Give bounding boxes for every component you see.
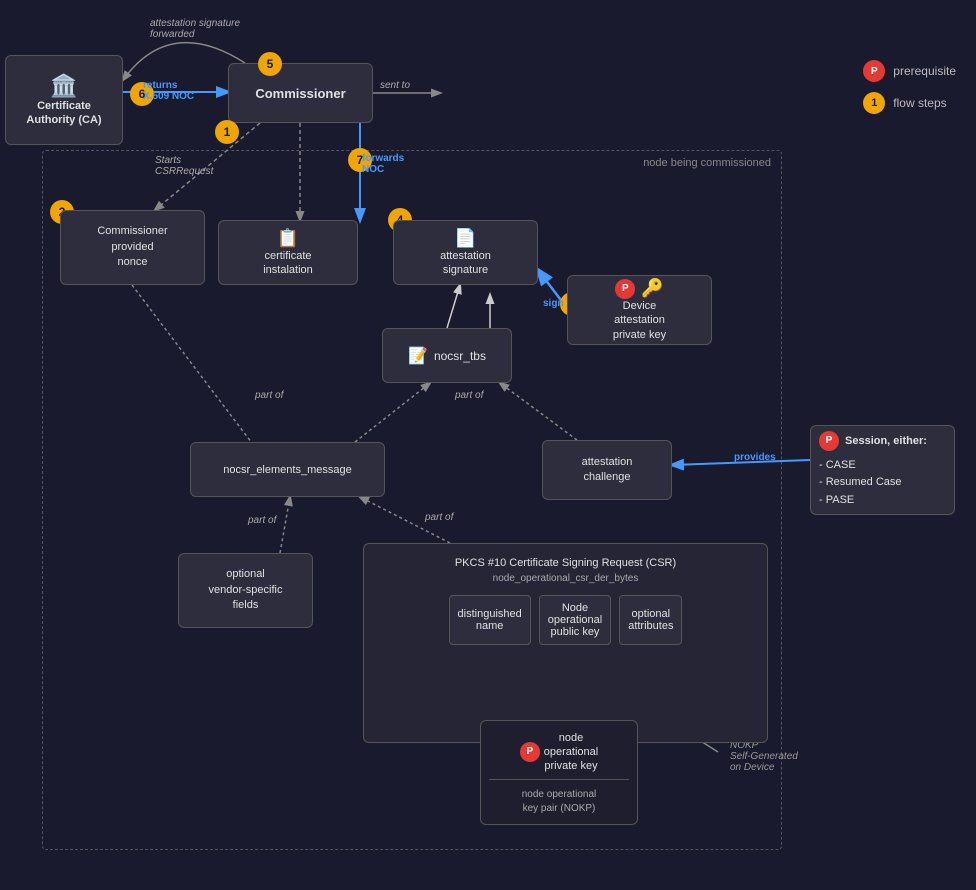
prereq-badge-session: P: [819, 431, 839, 451]
cert-icon: 📋: [277, 228, 299, 249]
att-chal-label: attestationchallenge: [582, 455, 633, 486]
node-op-key-label: Nodeoperationalpublic key: [548, 602, 602, 638]
nonce-label: Commissionerprovidednonce: [97, 224, 167, 270]
ca-label: CertificateAuthority (CA): [26, 99, 101, 128]
sign-label: sign: [543, 298, 564, 309]
session-box: P Session, either: - CASE- Resumed Case-…: [810, 425, 955, 515]
session-title: Session, either:: [845, 435, 927, 447]
vendor-label: optionalvendor-specificfields: [209, 567, 283, 613]
dist-name-label: distinguishedname: [458, 608, 522, 632]
part-of-1: part of: [255, 390, 283, 401]
legend-prereq-badge: P: [863, 60, 885, 82]
nocsr-tbs-label: nocsr_tbs: [434, 349, 486, 363]
legend-flow-label: flow steps: [893, 96, 946, 110]
area-label: node being commissioned: [643, 157, 771, 169]
provides-label: provides: [734, 452, 776, 463]
nokp-label: NOKPSelf-Generatedon Device: [730, 740, 798, 773]
cert-install-box: 📋 certificateinstalation: [218, 220, 358, 285]
dist-name-box: distinguishedname: [449, 595, 531, 645]
commissioner-label: Commissioner: [255, 86, 345, 101]
nokp-private-label: nodeoperationalprivate key: [544, 731, 598, 774]
node-op-key-box: Nodeoperationalpublic key: [539, 595, 611, 645]
legend-flow: 1 flow steps: [863, 92, 956, 114]
opt-attr-box: optionalattributes: [619, 595, 682, 645]
opt-attr-label: optionalattributes: [628, 608, 673, 632]
badge-step5: 5: [258, 52, 282, 76]
sent-to-label: sent to: [380, 80, 410, 91]
doc-icon: 📝: [408, 346, 428, 366]
csr-inner-row: distinguishedname Nodeoperationalpublic …: [449, 595, 683, 645]
legend-prereq: P prerequisite: [863, 60, 956, 82]
prereq-badge-nokp: P: [520, 742, 540, 762]
legend-flow-badge: 1: [863, 92, 885, 114]
key-icon: 🔑: [641, 278, 663, 299]
csr-big-box: PKCS #10 Certificate Signing Request (CS…: [363, 543, 768, 743]
legend: P prerequisite 1 flow steps: [863, 60, 956, 114]
returns-noc-label: returnsX.509 NOC: [143, 80, 194, 102]
starts-csr-label: StartsCSRRequest: [155, 155, 213, 177]
att-sig-icon: 📄: [454, 228, 476, 249]
nocsr-elem-box: nocsr_elements_message: [190, 442, 385, 497]
nokp-subtitle: node operationalkey pair (NOKP): [522, 789, 597, 814]
cert-install-label: certificateinstalation: [263, 249, 313, 278]
prereq-badge-dev: P: [615, 279, 635, 299]
session-items: - CASE- Resumed Case- PASE: [819, 457, 902, 510]
part-of-2: part of: [455, 390, 483, 401]
dev-att-box: P 🔑 Deviceattestationprivate key: [567, 275, 712, 345]
part-of-3: part of: [248, 515, 276, 526]
bank-icon: 🏛️: [50, 73, 77, 99]
att-sig-label: attestationsignature: [440, 249, 491, 278]
commissioner-box: Commissioner: [228, 63, 373, 123]
att-chal-box: attestationchallenge: [542, 440, 672, 500]
nonce-box: Commissionerprovidednonce: [60, 210, 205, 285]
nocsr-tbs-box: 📝 nocsr_tbs: [382, 328, 512, 383]
vendor-box: optionalvendor-specificfields: [178, 553, 313, 628]
ca-box: 🏛️ CertificateAuthority (CA): [5, 55, 123, 145]
diagram: node being commissioned: [0, 0, 976, 890]
badge-step1: 1: [215, 120, 239, 144]
part-of-4: part of: [425, 512, 453, 523]
dev-att-label: Deviceattestationprivate key: [613, 299, 666, 342]
att-sig-box: 📄 attestationsignature: [393, 220, 538, 285]
legend-prereq-label: prerequisite: [893, 64, 956, 78]
csr-title: PKCS #10 Certificate Signing Request (CS…: [455, 556, 676, 587]
nocsr-elem-label: nocsr_elements_message: [223, 464, 351, 476]
forwards-noc-label: forwardsNOC: [362, 153, 404, 175]
att-fwd-label: attestation signatureforwarded: [150, 18, 240, 40]
nokp-box: P nodeoperationalprivate key node operat…: [480, 720, 638, 825]
